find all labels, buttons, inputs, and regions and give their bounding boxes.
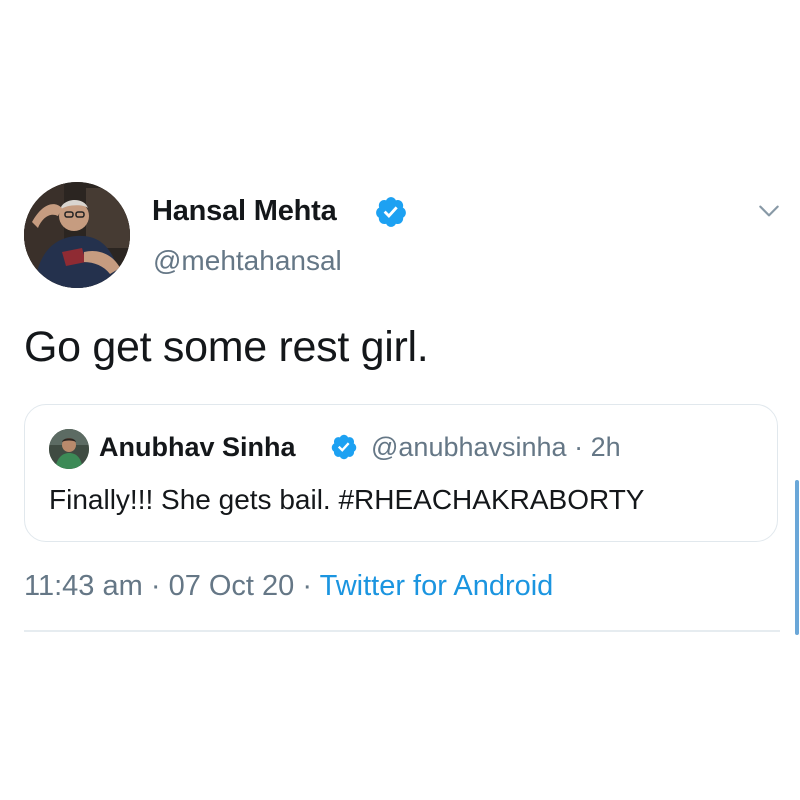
author-handle[interactable]: @mehtahansal <box>153 244 342 278</box>
verified-badge-icon <box>331 434 357 460</box>
author-avatar-image <box>24 182 130 288</box>
tweet-time[interactable]: 11:43 am <box>24 570 143 602</box>
author-display-name[interactable]: Hansal Mehta <box>152 194 337 228</box>
quoted-tweet-text: Finally!!! She gets bail. #RHEACHAKRABOR… <box>49 484 645 515</box>
tweet-source-link[interactable]: Twitter for Android <box>320 570 554 602</box>
meta-separator: · <box>302 570 313 602</box>
author-avatar[interactable] <box>24 182 130 288</box>
tweet-page: Hansal Mehta @mehtahansal Go get some re… <box>0 0 800 800</box>
chevron-down-icon[interactable] <box>756 198 782 224</box>
quoted-tweet-time[interactable]: 2h <box>591 432 621 462</box>
divider <box>24 630 780 632</box>
quoted-author-display-name[interactable]: Anubhav Sinha <box>99 431 296 463</box>
tweet-text: Go get some rest girl. <box>24 323 429 371</box>
tweet-timestamp-line: 11:43 am · 07 Oct 20 · Twitter for Andro… <box>24 568 553 604</box>
scrollbar[interactable] <box>795 480 799 635</box>
quoted-tweet-card[interactable]: Anubhav Sinha @anubhavsinha · 2h Finally… <box>24 404 778 542</box>
verified-badge-icon <box>376 197 406 227</box>
quoted-author-avatar-image <box>49 429 89 469</box>
meta-separator: · <box>150 570 161 602</box>
quoted-author-handle[interactable]: @anubhavsinha <box>371 432 567 462</box>
quoted-author-avatar[interactable] <box>49 429 89 469</box>
tweet-date[interactable]: 07 Oct 20 <box>169 570 295 602</box>
meta-separator: · <box>574 432 584 462</box>
quoted-tweet-meta: @anubhavsinha · 2h <box>371 431 621 463</box>
